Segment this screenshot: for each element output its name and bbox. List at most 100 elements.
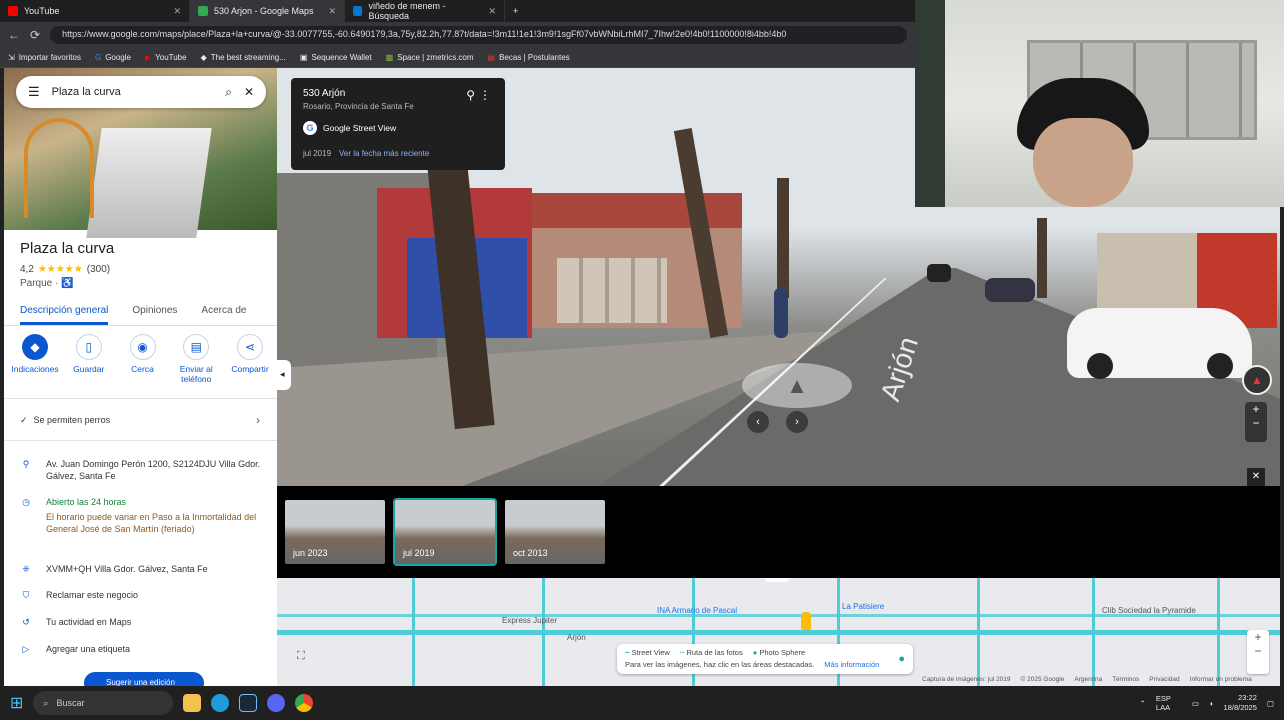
search-icon[interactable]: ⌕: [225, 85, 232, 100]
plus-code-icon: ⁜: [22, 564, 30, 574]
cross-street: [1092, 578, 1095, 686]
poi-armario[interactable]: INA Armario de Pascal: [657, 606, 737, 615]
thumbnail-jul-2019[interactable]: jul 2019: [393, 498, 497, 566]
review-count[interactable]: (300): [87, 264, 110, 275]
discord-icon[interactable]: [267, 694, 286, 712]
directions-button[interactable]: ◆ Indicaciones: [10, 334, 60, 384]
nearby-button[interactable]: ◉ Cerca: [118, 334, 168, 384]
steam-icon[interactable]: [239, 694, 258, 712]
edge-icon[interactable]: [211, 694, 230, 712]
volume-icon[interactable]: ◖: [1209, 699, 1214, 708]
door-frame: [915, 0, 945, 207]
notification-icon[interactable]: ▢: [1267, 699, 1274, 708]
language-indicator[interactable]: ESP LAA: [1156, 694, 1182, 712]
street-label: Arjón: [567, 633, 586, 642]
windows-start-icon[interactable]: ⊞: [10, 693, 23, 713]
reload-icon[interactable]: ⟳: [30, 28, 40, 42]
menu-icon[interactable]: ☰: [28, 84, 40, 100]
more-info-link[interactable]: Más información: [824, 660, 879, 669]
activity-row[interactable]: ↺ Tu actividad en Maps: [20, 616, 265, 628]
zoom-in-button[interactable]: +: [1245, 402, 1267, 416]
claim-row[interactable]: ⛉ Reclamar este negocio: [20, 589, 265, 601]
bookmark-import[interactable]: ⇲ Importar favoritos: [8, 53, 81, 62]
previous-button[interactable]: ‹: [747, 411, 769, 433]
tab-reviews[interactable]: Opiniones: [132, 305, 177, 316]
bookmark-wallet[interactable]: ▣ Sequence Wallet: [300, 53, 372, 62]
thumbnail-row: jun 2023 jul 2019 oct 2013: [283, 498, 607, 566]
tree-trunk: [777, 178, 789, 298]
share-button[interactable]: ⋖ Compartir: [225, 334, 275, 384]
tab-bing[interactable]: viñedo de menem - Búsqueda ✕: [345, 0, 505, 22]
new-tab-button[interactable]: +: [505, 0, 526, 22]
address-row[interactable]: ⚲ Av. Juan Domingo Perón 1200, S2124DJU …: [20, 458, 265, 482]
back-icon[interactable]: ←: [8, 28, 20, 42]
poi-la-patisiere[interactable]: La Patisiere: [842, 602, 884, 611]
recent-date-link[interactable]: Ver la fecha más reciente: [339, 149, 429, 158]
wheel: [1087, 353, 1113, 379]
browser-tab-bar: YouTube ✕ 530 Arjon - Google Maps ✕ viñe…: [0, 0, 915, 22]
webcam-overlay: [915, 0, 1284, 207]
chevron-up-icon[interactable]: ⌃: [1140, 699, 1146, 708]
compass-icon[interactable]: ▲: [1242, 365, 1272, 395]
tab-youtube[interactable]: YouTube ✕: [0, 0, 190, 22]
tab-maps[interactable]: 530 Arjon - Google Maps ✕: [190, 0, 345, 22]
url-field[interactable]: https://www.google.com/maps/place/Plaza+…: [50, 26, 907, 44]
send-to-phone-button[interactable]: ▤ Enviar al teléfono: [171, 334, 221, 384]
bookmark-space[interactable]: ▩ Space | zmetrics.com: [386, 53, 474, 62]
close-street-view-button[interactable]: ✕: [1247, 468, 1265, 486]
poi-club[interactable]: Clib Sociedad la Pyramide: [1102, 606, 1196, 615]
close-icon[interactable]: ✕: [173, 6, 181, 17]
chrome-icon[interactable]: [295, 694, 314, 712]
place-type[interactable]: Parque · ♿: [20, 278, 74, 289]
plus-code-row[interactable]: ⁜ XVMM+QH Villa Gdor. Gálvez, Santa Fe: [20, 563, 265, 575]
pegman-icon[interactable]: [801, 612, 811, 630]
capture-date: jul 2019: [303, 149, 332, 158]
map-zoom-in-button[interactable]: +: [1247, 630, 1269, 644]
action-buttons: ◆ Indicaciones ▯ Guardar ◉ Cerca ▤ Enviar al…: [10, 334, 275, 384]
close-icon[interactable]: ✕: [328, 6, 336, 17]
label-row[interactable]: ▷ Agregar una etiqueta: [20, 643, 265, 655]
collapse-panel-button[interactable]: ◂: [277, 360, 291, 390]
location-pin-icon[interactable]: ⚲: [466, 88, 475, 102]
tab-about[interactable]: Acerca de: [201, 305, 246, 316]
clock[interactable]: 23:22 18/8/2025: [1224, 693, 1257, 713]
tab-overview[interactable]: Descripción general: [20, 305, 109, 325]
network-icon[interactable]: ▭: [1192, 699, 1199, 708]
more-vert-icon[interactable]: ⋮: [479, 88, 491, 102]
bookmark-becas[interactable]: ▤ Becas | Postulantes: [488, 53, 570, 62]
save-button[interactable]: ▯ Guardar: [64, 334, 114, 384]
legend-hint-row: Para ver las imágenes, haz clic en las á…: [625, 660, 905, 669]
file-explorer-icon[interactable]: [183, 694, 202, 712]
label-icon: ▷: [22, 644, 30, 654]
taskbar-search[interactable]: ⌕ Buscar: [33, 691, 174, 715]
zoom-controls: + −: [1245, 402, 1267, 442]
location-title: 530 Arjón: [303, 88, 346, 99]
map-resize-handle[interactable]: [765, 578, 789, 582]
search-box[interactable]: ☰ Plaza la curva ⌕ ✕: [16, 76, 266, 108]
pets-row[interactable]: ✓ Se permiten perros ›: [20, 413, 260, 427]
slide-shape: [86, 128, 212, 238]
capture-date-row: jul 2019 Ver la fecha más reciente: [303, 149, 493, 158]
next-button[interactable]: ›: [786, 411, 808, 433]
fullscreen-icon[interactable]: ⛶: [297, 650, 305, 663]
legend-photo-path: ┅ Ruta de las fotos: [679, 648, 743, 657]
thumbnail-jun-2023[interactable]: jun 2023: [283, 498, 387, 566]
bookmark-google[interactable]: G Google: [95, 53, 131, 62]
map-zoom-out-button[interactable]: −: [1247, 644, 1269, 658]
thumbnail-oct-2013[interactable]: oct 2013: [503, 498, 607, 566]
map-zoom-controls: + −: [1247, 630, 1269, 674]
poi-express-jupiter[interactable]: Express Jupiter: [502, 616, 557, 625]
star-rating-icon: ★★★★★: [37, 264, 83, 275]
directions-icon: ◆: [22, 334, 48, 360]
suggest-edit-button[interactable]: Sugerir una edición: [84, 672, 204, 686]
navigation-arrow[interactable]: ▲: [742, 363, 852, 408]
zoom-out-button[interactable]: −: [1245, 416, 1267, 430]
becas-icon: ▤: [487, 53, 496, 62]
hours-row[interactable]: ◷ Abierto las 24 horas El horario puede …: [20, 496, 265, 535]
bookmark-youtube[interactable]: ▶ YouTube: [145, 53, 187, 62]
close-icon[interactable]: ✕: [488, 6, 496, 17]
mini-map[interactable]: Arjón Express Jupiter INA Armario de Pas…: [277, 578, 1280, 686]
bookmark-streaming[interactable]: ◆ The best streaming...: [201, 53, 286, 62]
search-input[interactable]: Plaza la curva: [52, 86, 214, 98]
close-icon[interactable]: ✕: [244, 85, 254, 99]
